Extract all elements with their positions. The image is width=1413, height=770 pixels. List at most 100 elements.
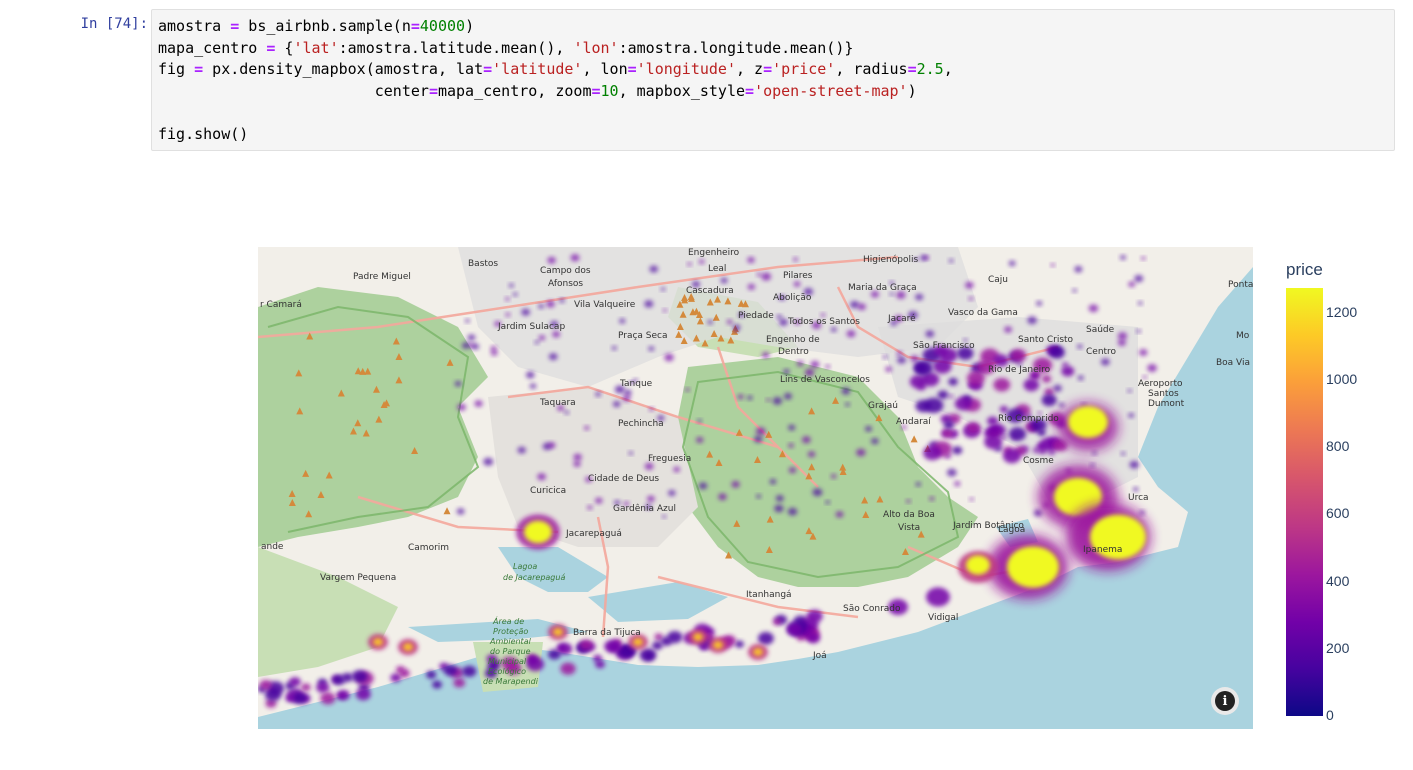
density-blob	[1129, 460, 1139, 469]
map-place-label: Jardim Sulacap	[497, 322, 565, 332]
map-park-label: do Parque	[490, 647, 531, 656]
density-blob	[1010, 348, 1027, 362]
map-place-label: Vasco da Gama	[948, 308, 1018, 318]
density-blob	[968, 296, 974, 301]
density-blob	[779, 318, 788, 326]
density-blob	[662, 514, 667, 519]
density-blob	[1136, 329, 1141, 334]
density-blob	[320, 692, 336, 705]
map-place-label: Freguesia	[648, 454, 691, 464]
map-place-label: Pilares	[783, 271, 813, 281]
density-blob	[660, 287, 666, 292]
density-blob	[1090, 463, 1095, 467]
density-blob	[966, 422, 981, 433]
density-blob	[1077, 344, 1083, 349]
density-blob	[525, 371, 535, 379]
density-blob	[783, 369, 790, 375]
map-place-label: Vargem Pequena	[320, 573, 396, 583]
density-blob	[1050, 263, 1055, 267]
map-place-label: Cascadura	[686, 286, 734, 296]
colorbar-title: price	[1286, 260, 1323, 279]
map-park-label: Área de	[492, 615, 524, 626]
map-place-label: Leal	[708, 264, 726, 274]
density-blob	[756, 272, 762, 277]
density-blob	[587, 505, 593, 510]
density-blob	[926, 587, 950, 607]
density-blob	[766, 398, 771, 402]
density-blob	[457, 403, 466, 411]
density-blob	[783, 393, 792, 400]
map-place-label: Cosme	[1023, 456, 1054, 466]
density-blob	[772, 618, 782, 625]
density-blob	[456, 508, 465, 515]
density-blob	[490, 350, 498, 356]
density-blob	[336, 692, 346, 700]
density-blob	[351, 670, 368, 683]
density-blob	[1074, 266, 1083, 273]
density-blob	[841, 387, 851, 395]
map-place-label: Camorim	[408, 543, 449, 553]
density-blob	[604, 639, 621, 653]
density-blob	[1058, 402, 1065, 408]
density-blob	[1008, 260, 1016, 267]
colorbar-tick: 800	[1326, 438, 1350, 454]
density-blob	[619, 318, 626, 324]
density-map[interactable]: Bastos Engenheiro Higienópolis Padre Miguel…	[258, 247, 1253, 729]
density-blob	[557, 643, 567, 652]
density-blob	[289, 677, 301, 687]
density-blob	[559, 298, 565, 303]
density-blob	[999, 406, 1008, 413]
map-place-label: Barra da Tijuca	[573, 628, 641, 638]
density-blob	[662, 308, 667, 313]
density-blob	[946, 468, 957, 477]
density-blob	[467, 334, 476, 341]
map-place-label: Maria da Graça	[848, 283, 917, 293]
density-blob	[726, 319, 733, 325]
density-blob	[1088, 304, 1099, 313]
density-blob	[462, 665, 477, 677]
code-line: fig = px.density_mapbox(amostra, lat='la…	[158, 60, 953, 78]
density-blob	[534, 340, 540, 345]
map-park-label: de Marapendi	[483, 677, 539, 686]
density-blob	[285, 694, 295, 703]
density-blob	[685, 387, 690, 392]
density-blob	[1004, 326, 1013, 333]
density-blob	[595, 391, 602, 397]
density-blob	[948, 394, 954, 399]
density-blob	[687, 262, 692, 266]
density-blob	[639, 648, 657, 662]
density-blob	[882, 355, 888, 359]
map-info-button[interactable]: i	[1211, 687, 1239, 715]
density-blob	[925, 330, 935, 338]
colorbar-tick: 1000	[1326, 371, 1358, 387]
density-blob	[579, 639, 593, 651]
density-blob	[988, 426, 1000, 436]
map-place-label: Vidigal	[928, 613, 958, 623]
density-blob	[1139, 510, 1145, 515]
density-blob	[698, 259, 705, 264]
density-blob	[622, 395, 631, 402]
density-blob	[793, 257, 799, 262]
density-blob	[987, 416, 999, 426]
density-blob	[628, 451, 634, 456]
density-blob	[454, 380, 462, 387]
density-blob	[761, 272, 772, 281]
density-blob	[1072, 288, 1077, 293]
density-blob	[564, 410, 570, 415]
density-blob	[301, 683, 311, 692]
code-cell-input[interactable]: amostra = bs_airbnb.sample(n=40000) mapa_…	[151, 9, 1395, 151]
code-line: center=mapa_centro, zoom=10, mapbox_styl…	[158, 81, 917, 100]
density-blob	[924, 397, 944, 414]
density-blob	[1027, 316, 1037, 325]
density-blob	[920, 255, 928, 261]
density-blob	[1147, 364, 1157, 372]
map-place-label: Ponta	[1228, 280, 1253, 290]
map-place-label: Joá	[812, 651, 827, 661]
density-blob	[474, 400, 483, 407]
density-blob	[595, 660, 605, 669]
density-blob	[573, 453, 582, 461]
density-blob	[825, 364, 831, 369]
density-blob	[465, 318, 470, 323]
map-canvas[interactable]: Bastos Engenheiro Higienópolis Padre Miguel…	[258, 247, 1253, 729]
